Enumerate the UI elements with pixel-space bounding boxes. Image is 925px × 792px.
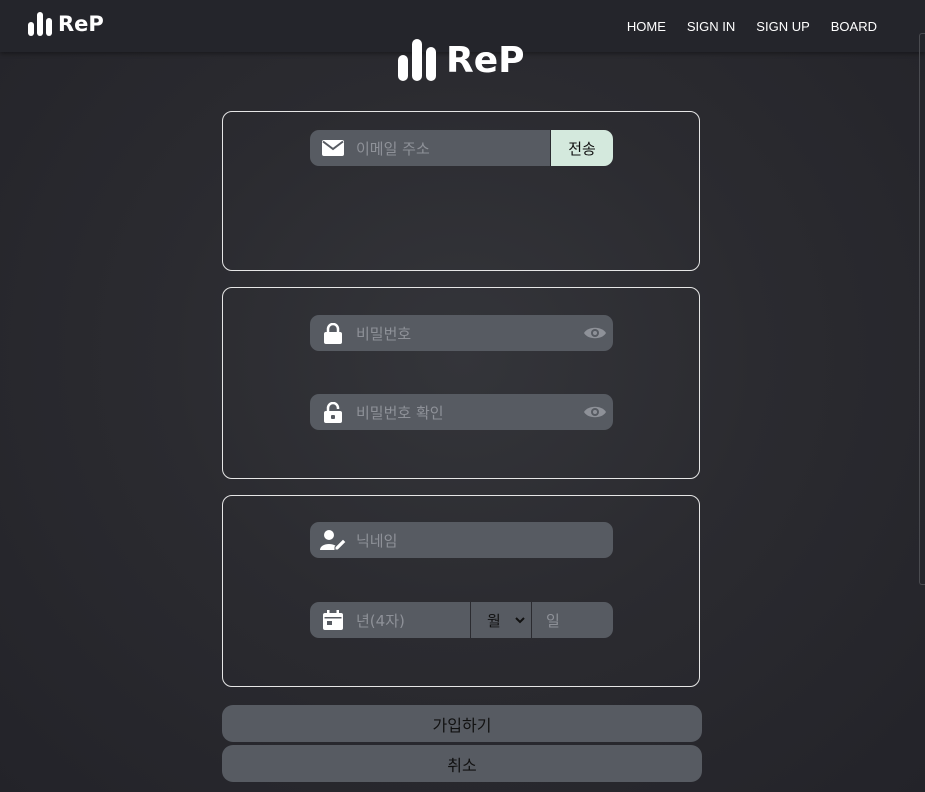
nav-link-home[interactable]: HOME [627,19,666,34]
main-logo: ReP [398,38,525,82]
logo-bars-icon [28,12,52,36]
birth-year-field[interactable]: 년(4자) [310,602,470,638]
birth-day-field[interactable]: 일 [532,602,613,638]
password-confirm-placeholder: 비밀번호 확인 [356,403,444,422]
birth-month-select[interactable]: 월 [470,602,532,638]
nickname-field[interactable]: 닉네임 [310,522,613,558]
email-field[interactable]: 이메일 주소 [310,130,550,166]
nav-link-sign-up[interactable]: SIGN UP [756,19,809,34]
main-logo-bars-icon [398,39,436,81]
cancel-button[interactable]: 취소 [222,745,702,782]
scrollbar[interactable] [919,33,925,585]
chevron-down-icon [515,616,525,623]
lock-icon [310,315,356,351]
email-placeholder: 이메일 주소 [356,139,430,158]
signup-button[interactable]: 가입하기 [222,705,702,742]
nav-link-sign-in[interactable]: SIGN IN [687,19,735,34]
birth-month-value: 월 [487,611,501,630]
main-logo-text: ReP [446,39,525,81]
calendar-icon [310,602,356,638]
password-field[interactable]: 비밀번호 [310,315,613,351]
envelope-icon [310,130,356,166]
nav-link-board[interactable]: BOARD [831,19,877,34]
send-button[interactable]: 전송 [550,130,613,166]
eye-icon[interactable] [577,315,613,351]
birth-day-placeholder: 일 [546,611,560,630]
nickname-placeholder: 닉네임 [356,531,398,550]
password-confirm-field[interactable]: 비밀번호 확인 [310,394,613,430]
nav-links: HOME SIGN IN SIGN UP BOARD [627,19,877,34]
unlock-icon [310,394,356,430]
nav-logo-text: ReP [58,12,104,36]
user-pen-icon [310,522,356,558]
eye-icon[interactable] [577,394,613,430]
birth-year-placeholder: 년(4자) [356,611,405,630]
password-placeholder: 비밀번호 [356,324,412,343]
nav-logo[interactable]: ReP [28,11,104,37]
